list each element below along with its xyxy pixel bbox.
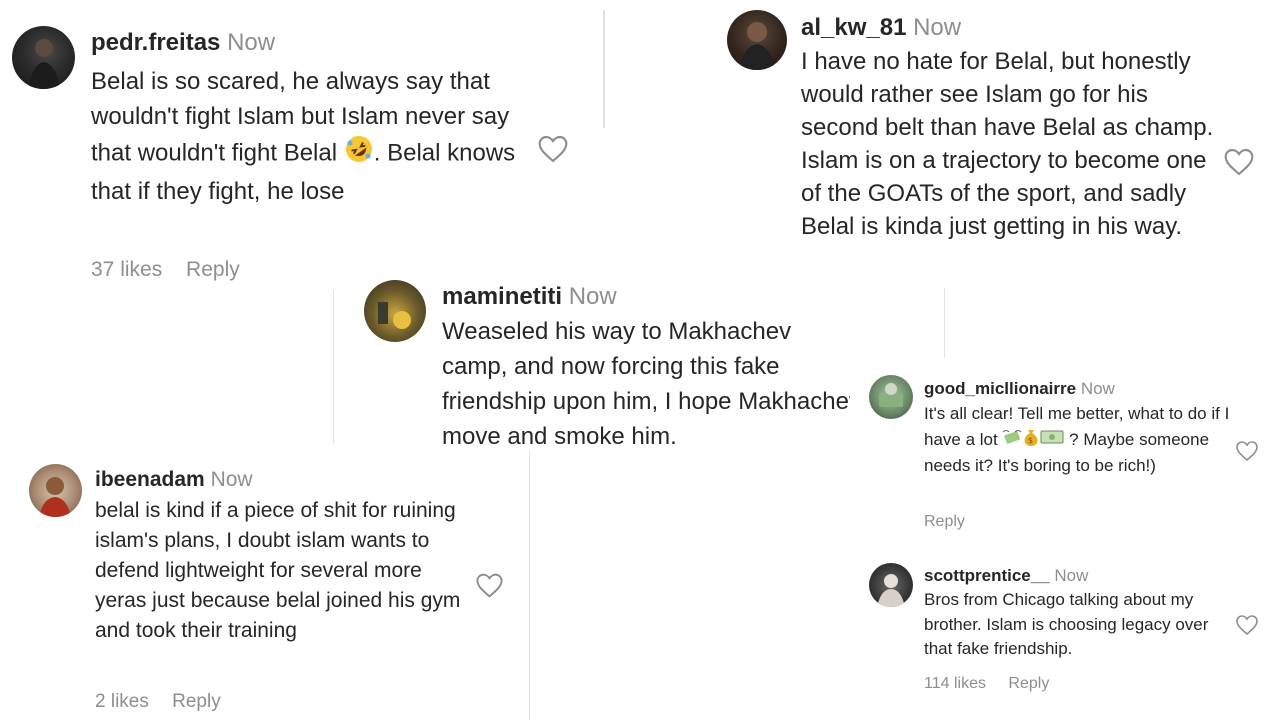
comment-text: It's all clear! Tell me better, what to … [924, 404, 1230, 475]
like-count[interactable]: 114 likes [924, 675, 986, 692]
username[interactable]: ibeenadam [95, 468, 205, 491]
money-with-wings-emoji [1002, 428, 1022, 454]
comment-text: Weaseled his way to Makhachev camp, and … [442, 318, 861, 450]
comment-header: ibeenadam Now [95, 468, 253, 492]
divider [529, 450, 530, 720]
svg-text:$: $ [1028, 436, 1033, 445]
comment-header: al_kw_81 Now [801, 14, 961, 42]
heart-outline-icon[interactable] [1235, 614, 1259, 641]
reply-button[interactable]: Reply [1008, 675, 1049, 692]
timestamp: Now [913, 14, 962, 41]
timestamp: Now [1054, 566, 1089, 585]
heart-outline-icon[interactable] [1235, 440, 1259, 467]
username[interactable]: pedr.freitas [91, 29, 220, 56]
username[interactable]: scottprentice__ [924, 566, 1050, 585]
rolling-on-floor-laughing-emoji [344, 134, 374, 174]
reply-button[interactable]: Reply [924, 513, 965, 530]
comment-actions: 2 likes Reply [95, 691, 239, 713]
divider [944, 288, 945, 358]
avatar[interactable] [12, 26, 75, 89]
comment-header: scottprentice__ Now [924, 566, 1088, 586]
avatar[interactable] [869, 563, 913, 607]
username[interactable]: al_kw_81 [801, 14, 906, 41]
reply-button[interactable]: Reply [172, 691, 221, 712]
timestamp: Now [210, 468, 253, 491]
banknote-emoji [1040, 428, 1064, 453]
divider [603, 10, 605, 128]
comment-scottprentice: scottprentice__ Now Bros from Chicago ta… [850, 548, 1280, 718]
username[interactable]: maminetiti [442, 283, 562, 310]
comment-good-micllionairre: good_micllionairre Now It's all clear! T… [850, 360, 1280, 545]
comment-header: pedr.freitas Now [91, 29, 275, 57]
like-count[interactable]: 2 likes [95, 691, 149, 712]
comment-actions: 37 likes Reply [91, 258, 258, 282]
comment-text: Bros from Chicago talking about my broth… [924, 590, 1209, 658]
avatar[interactable] [869, 375, 913, 419]
timestamp: Now [568, 283, 617, 310]
comment-pedr-freitas: pedr.freitas Now Belal is so scared, he … [0, 10, 600, 290]
like-count[interactable]: 37 likes [91, 258, 162, 281]
avatar[interactable] [727, 10, 787, 70]
money-bag-emoji: $ [1022, 427, 1040, 455]
heart-outline-icon[interactable] [1223, 147, 1255, 182]
avatar[interactable] [364, 280, 426, 342]
heart-outline-icon[interactable] [475, 572, 504, 604]
timestamp: Now [227, 29, 276, 56]
comment-text: belal is kind if a piece of shit for rui… [95, 499, 461, 642]
timestamp: Now [1080, 379, 1115, 398]
username[interactable]: good_micllionairre [924, 379, 1076, 398]
reply-button[interactable]: Reply [186, 258, 240, 281]
comment-actions: Reply [924, 513, 983, 531]
heart-outline-icon[interactable] [537, 134, 569, 169]
comment-actions: 114 likes Reply [924, 675, 1067, 693]
comment-al-kw-81: al_kw_81 Now I have no hate for Belal, b… [606, 0, 1280, 288]
comment-header: maminetiti Now [442, 283, 617, 311]
comment-ibeenadam: ibeenadam Now belal is kind if a piece o… [0, 448, 528, 720]
comment-text: Belal is so scared, he always say that w… [91, 68, 516, 205]
comment-text: I have no hate for Belal, but honestly w… [801, 48, 1214, 240]
comment-header: good_micllionairre Now [924, 379, 1115, 399]
avatar[interactable] [29, 464, 82, 517]
